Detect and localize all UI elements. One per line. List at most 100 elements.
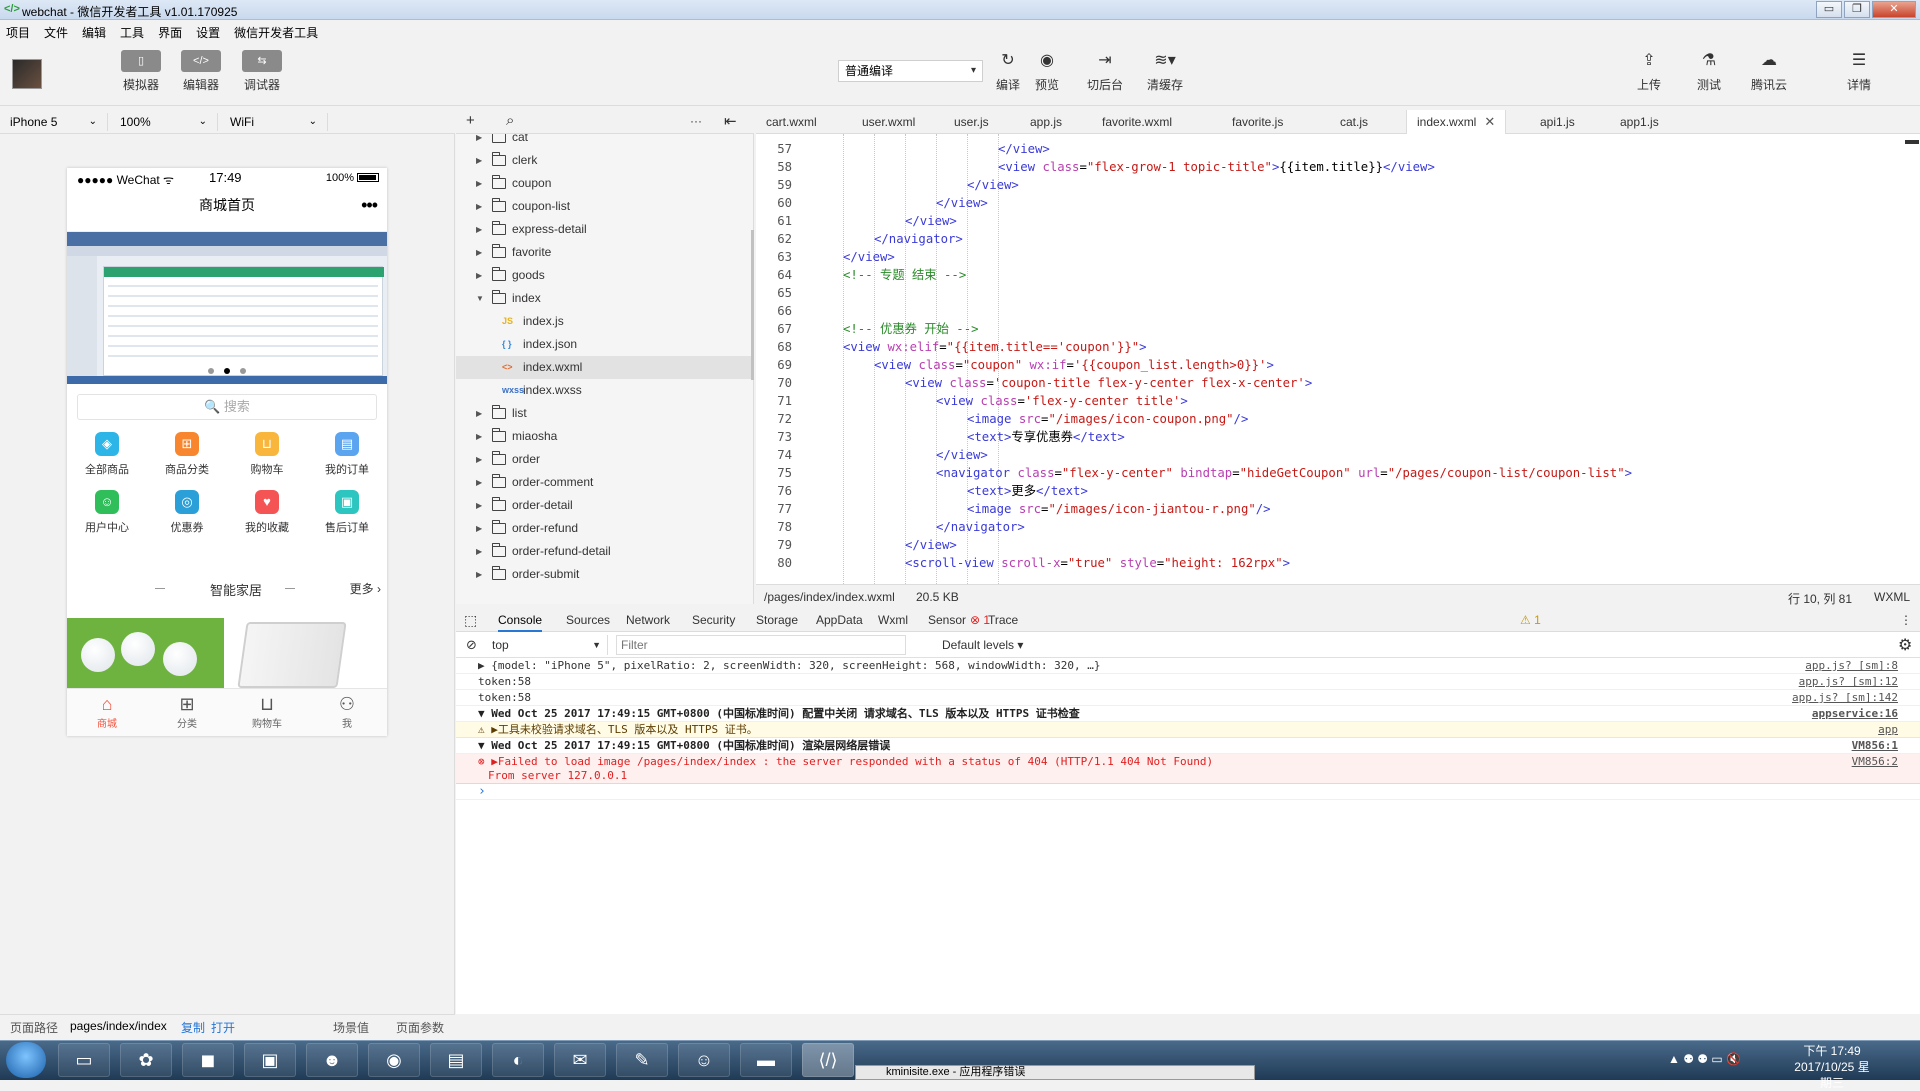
- chevron-right-icon[interactable]: ▶: [476, 134, 482, 149]
- console-log-row[interactable]: ▶ {model: "iPhone 5", pixelRatio: 2, scr…: [456, 658, 1920, 674]
- chevron-right-icon[interactable]: ▶: [476, 517, 482, 540]
- clear-cache-button[interactable]: ≋▾ 清缓存: [1140, 50, 1190, 93]
- code-line[interactable]: 63 </view>: [756, 248, 895, 266]
- tab-cat-js[interactable]: cat.js: [1330, 110, 1378, 134]
- carousel-dot[interactable]: [240, 368, 246, 374]
- tencent-cloud-button[interactable]: ☁ 腾讯云: [1744, 50, 1794, 93]
- file-index-wxml[interactable]: <> index.wxml: [456, 356, 753, 379]
- tab-favorite-js[interactable]: favorite.js: [1222, 110, 1293, 134]
- code-editor[interactable]: 57 </view> 58 <view class="flex-grow-1 topi…: [756, 134, 1920, 584]
- chevron-right-icon[interactable]: ▶: [476, 172, 482, 195]
- chrome-taskbar-icon[interactable]: ◉: [368, 1043, 420, 1077]
- folder-order-comment[interactable]: ▶ order-comment: [456, 471, 753, 494]
- editor-scrollbar[interactable]: [1905, 140, 1919, 144]
- chevron-right-icon[interactable]: ▶: [476, 264, 482, 287]
- chevron-right-icon[interactable]: ▶: [476, 563, 482, 586]
- grid-categories[interactable]: ⊞ 商品分类: [147, 432, 227, 477]
- code-line[interactable]: 80 <scroll-view scroll-x="true" style="he…: [756, 554, 1290, 572]
- tab-cart[interactable]: ⊔ 购物车: [227, 693, 307, 730]
- menu-view[interactable]: 界面: [158, 24, 182, 41]
- add-file-icon[interactable]: +: [466, 112, 475, 129]
- search-input[interactable]: 🔍 搜索: [77, 394, 377, 420]
- code-line[interactable]: 73 <text>专享优惠券</text>: [756, 428, 1125, 446]
- folder-express-detail[interactable]: ▶ express-detail: [456, 218, 753, 241]
- console-source-link[interactable]: app.js? [sm]:142: [1792, 690, 1898, 705]
- carousel-dot[interactable]: [208, 368, 214, 374]
- menu-edit[interactable]: 编辑: [82, 24, 106, 41]
- swirl-taskbar-icon[interactable]: ◐: [492, 1043, 544, 1077]
- chevron-right-icon[interactable]: ▶: [476, 195, 482, 218]
- copy-link[interactable]: 复制: [181, 1019, 205, 1036]
- chevron-right-icon[interactable]: ▶: [476, 448, 482, 471]
- wechat-taskbar-icon[interactable]: ✉: [554, 1043, 606, 1077]
- code-line[interactable]: 76 <text>更多</text>: [756, 482, 1088, 500]
- code-line[interactable]: 66: [756, 302, 812, 320]
- file-index-js[interactable]: JS index.js: [456, 310, 753, 333]
- console-source-link[interactable]: app.js? [sm]:12: [1799, 674, 1898, 689]
- folder-cat[interactable]: ▶ cat: [456, 134, 753, 149]
- tab-api1-js[interactable]: api1.js: [1530, 110, 1585, 134]
- section-more-link[interactable]: 更多 ›: [350, 580, 381, 597]
- chevron-right-icon[interactable]: ▶: [476, 540, 482, 563]
- tab-app1-js[interactable]: app1.js: [1610, 110, 1669, 134]
- chevron-down-icon[interactable]: ▼: [476, 287, 484, 310]
- code-line[interactable]: 71 <view class='flex-y-center title'>: [756, 392, 1188, 410]
- carousel-dot-active[interactable]: [224, 368, 230, 374]
- tab-mall[interactable]: ⌂ 商城: [67, 693, 147, 730]
- chevron-right-icon[interactable]: ▶: [476, 471, 482, 494]
- folder-favorite[interactable]: ▶ favorite: [456, 241, 753, 264]
- grid-user-center[interactable]: ☺ 用户中心: [67, 490, 147, 535]
- details-button[interactable]: ☰ 详情: [1834, 50, 1884, 93]
- code-line[interactable]: 78 </navigator>: [756, 518, 1025, 536]
- code-line[interactable]: 67 <!-- 优惠券 开始 -->: [756, 320, 978, 338]
- tab-favorite-wxml[interactable]: favorite.wxml: [1092, 110, 1182, 134]
- code-line[interactable]: 72 <image src="/images/icon-coupon.png"/>: [756, 410, 1248, 428]
- people-taskbar-icon[interactable]: ☺: [678, 1043, 730, 1077]
- grid-coupons[interactable]: ◎ 优惠券: [147, 490, 227, 535]
- warning-count-badge[interactable]: ⚠ 1: [1520, 608, 1541, 632]
- app-taskbar-icon[interactable]: ☻: [306, 1043, 358, 1077]
- zoom-select[interactable]: 100% ⌄: [110, 113, 218, 131]
- code-line[interactable]: 74 </view>: [756, 446, 988, 464]
- devtools-tab-network[interactable]: Network: [626, 608, 670, 632]
- error-popup[interactable]: kminisite.exe - 应用程序错误: [855, 1065, 1255, 1080]
- devtools-tab-sensor[interactable]: Sensor: [928, 608, 966, 632]
- open-link[interactable]: 打开: [211, 1019, 235, 1036]
- file-tree-scrollbar[interactable]: [751, 230, 754, 380]
- code-line[interactable]: 57 </view>: [756, 140, 1050, 158]
- close-button[interactable]: ✕: [1872, 1, 1916, 18]
- kebab-menu-icon[interactable]: ⋮: [1900, 608, 1912, 632]
- upload-button[interactable]: ⇪ 上传: [1624, 50, 1674, 93]
- chevron-right-icon[interactable]: ▶: [476, 241, 482, 264]
- folder-index[interactable]: ▼ index: [456, 287, 753, 310]
- scene-value-button[interactable]: 场景值: [333, 1019, 369, 1036]
- phone-simulator[interactable]: ●●●●● WeChat ᯤ 17:49 100% 商城首页 ••• 🔍 搜索 …: [67, 168, 387, 736]
- grid-after-sales[interactable]: ▣ 售后订单: [307, 490, 387, 535]
- avatar[interactable]: [12, 59, 42, 89]
- chevron-right-icon[interactable]: ▶: [476, 218, 482, 241]
- chevron-right-icon[interactable]: ▶: [476, 494, 482, 517]
- devtools-tab-trace[interactable]: Trace: [988, 608, 1018, 632]
- code-line[interactable]: 64 <!-- 专题 结束 -->: [756, 266, 966, 284]
- console-source-link[interactable]: appservice:16: [1812, 706, 1898, 721]
- code-line[interactable]: 77 <image src="/images/icon-jiantou-r.png…: [756, 500, 1270, 518]
- preview-button[interactable]: ◉ 预览: [1022, 50, 1072, 93]
- folder-goods[interactable]: ▶ goods: [456, 264, 753, 287]
- tab-app-js[interactable]: app.js: [1020, 110, 1072, 134]
- more-options-icon[interactable]: ···: [690, 114, 702, 128]
- devtools-tab-console[interactable]: Console: [498, 608, 543, 632]
- console-source-link[interactable]: app.js? [sm]:8: [1805, 658, 1898, 673]
- console-error-row[interactable]: From server 127.0.0.1: [456, 768, 1920, 784]
- devtools-tab-security[interactable]: Security: [692, 608, 735, 632]
- inspect-icon[interactable]: ⬚: [464, 608, 477, 632]
- minimize-button[interactable]: ▭: [1816, 1, 1842, 18]
- network-select[interactable]: WiFi ⌄: [220, 113, 328, 131]
- code-line[interactable]: 69 <view class="coupon" wx:if='{{coupon_l…: [756, 356, 1274, 374]
- tab-index-wxml[interactable]: index.wxml ✕: [1406, 110, 1507, 135]
- console-warn-row[interactable]: ⚠ ▶工具未校验请求域名、TLS 版本以及 HTTPS 证书。 app: [456, 722, 1920, 738]
- devtools-tab-sources[interactable]: Sources: [566, 608, 610, 632]
- editor-button[interactable]: </> 编辑器: [176, 50, 226, 93]
- product-card-bulbs[interactable]: [67, 618, 224, 688]
- tab-me[interactable]: ⚇ 我: [307, 693, 387, 730]
- more-icon[interactable]: •••: [361, 188, 378, 222]
